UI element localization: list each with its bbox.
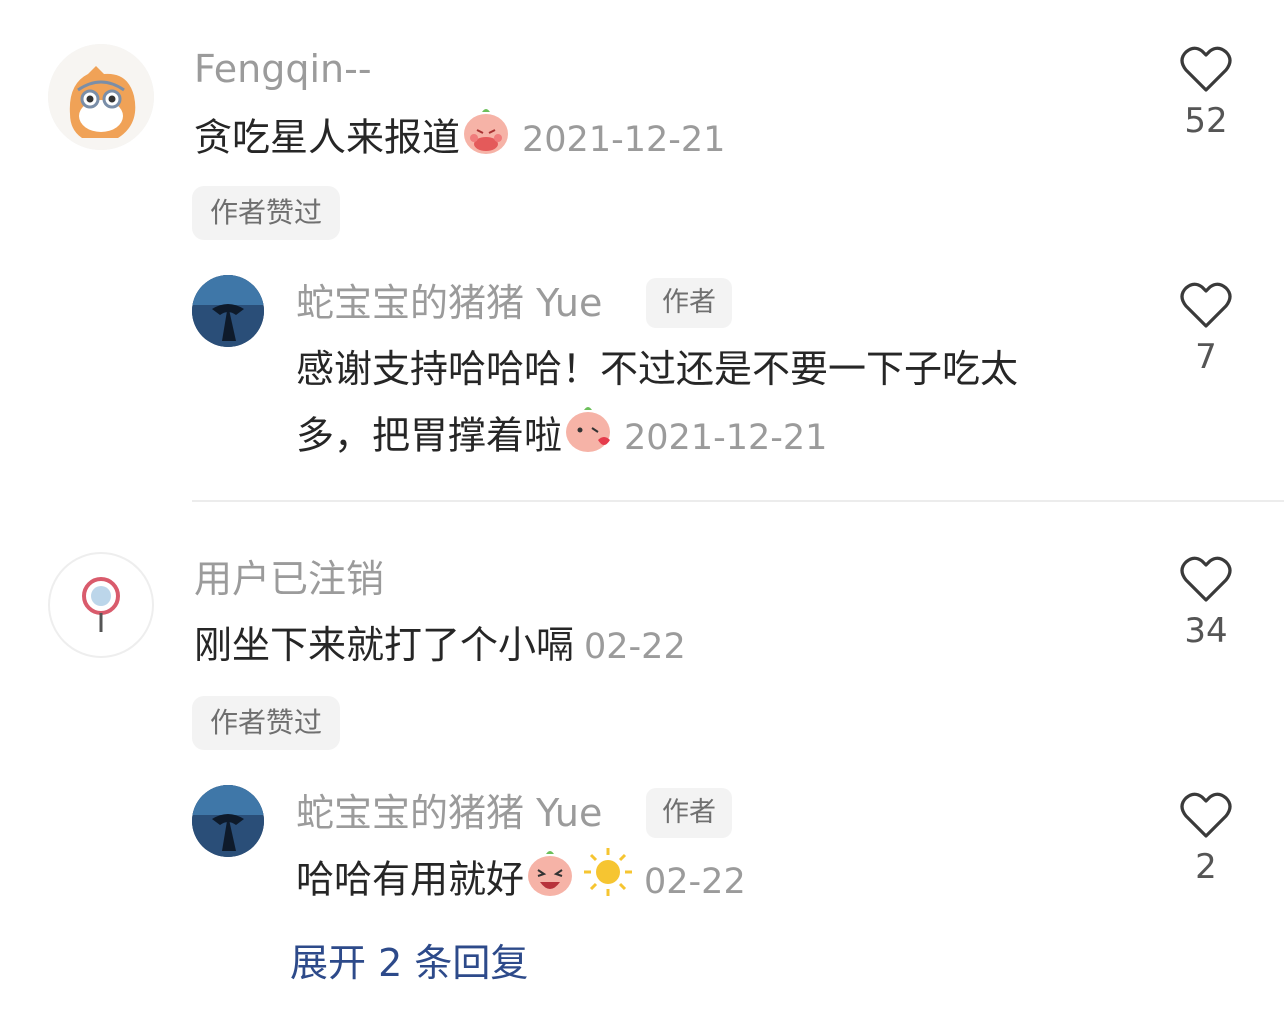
peach-laugh-emoji	[524, 846, 576, 918]
reply-body: 哈哈有用就好	[296, 857, 525, 902]
like-button[interactable]: 52	[1156, 46, 1256, 138]
reply-text-line: 感谢支持哈哈哈！不过还是不要一下子吃太	[296, 347, 1019, 391]
reply-username[interactable]: 蛇宝宝的猪猪 Yue	[296, 794, 602, 832]
heart-outline-icon	[1180, 556, 1232, 602]
reply-text: 哈哈有用就好 02-22	[296, 846, 746, 918]
reply-date: 02-22	[644, 861, 746, 902]
comment-date: 2021-12-21	[522, 119, 726, 160]
expand-replies-link[interactable]: 展开 2 条回复	[290, 944, 528, 982]
like-button[interactable]: 7	[1156, 282, 1256, 374]
comment-text: 贪吃星人来报道 2021-12-21	[194, 104, 725, 176]
like-count: 34	[1184, 611, 1228, 651]
avatar[interactable]	[192, 785, 264, 857]
like-button[interactable]: 34	[1156, 556, 1256, 648]
reply-body: 多，把胃撑着啦	[296, 413, 563, 458]
heart-outline-icon	[1180, 792, 1232, 838]
heart-outline-icon	[1180, 282, 1232, 328]
reply-date: 2021-12-21	[624, 417, 828, 458]
peach-kiss-emoji	[562, 402, 614, 474]
author-liked-badge: 作者赞过	[192, 696, 341, 750]
comment-username[interactable]: Fengqin--	[194, 50, 372, 88]
avatar[interactable]	[48, 44, 154, 150]
author-tag: 作者	[646, 788, 732, 838]
like-count: 7	[1195, 337, 1217, 377]
comment-body: 贪吃星人来报道	[194, 115, 461, 160]
reply-username[interactable]: 蛇宝宝的猪猪 Yue	[296, 284, 602, 322]
heart-outline-icon	[1180, 46, 1232, 92]
divider	[192, 500, 1284, 502]
author-tag: 作者	[646, 278, 732, 328]
comment-text: 刚坐下来就打了个小嗝 02-22	[194, 612, 686, 680]
comment-username[interactable]: 用户已注销	[194, 560, 384, 598]
comment-body: 刚坐下来就打了个小嗝	[194, 623, 575, 667]
avatar[interactable]	[48, 552, 154, 658]
author-liked-badge: 作者赞过	[192, 186, 341, 240]
like-count: 52	[1184, 101, 1228, 141]
like-button[interactable]: 2	[1156, 792, 1256, 884]
sun-emoji	[582, 846, 634, 918]
reply-text: 多，把胃撑着啦 2021-12-21	[296, 402, 827, 474]
avatar[interactable]	[192, 275, 264, 347]
like-count: 2	[1195, 847, 1217, 887]
comment-date: 02-22	[584, 627, 686, 667]
peach-blush-emoji	[460, 104, 512, 176]
